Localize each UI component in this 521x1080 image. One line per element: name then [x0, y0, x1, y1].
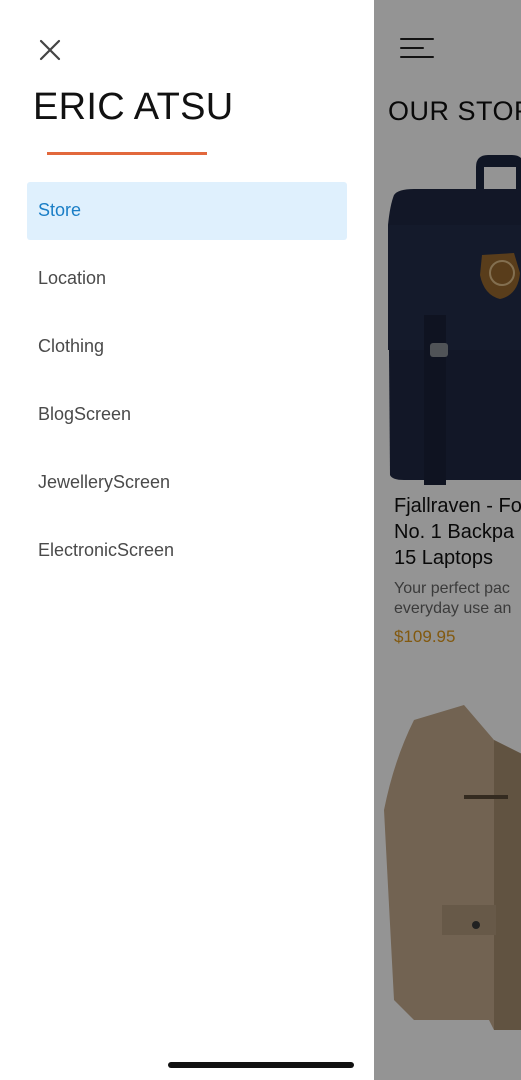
nav-item-label: JewelleryScreen — [38, 472, 171, 492]
drawer-nav: Store Location Clothing BlogScreen Jewel… — [27, 182, 347, 590]
nav-item-electronicscreen[interactable]: ElectronicScreen — [27, 522, 347, 580]
nav-item-store[interactable]: Store — [27, 182, 347, 240]
nav-item-label: Location — [38, 268, 107, 288]
nav-item-location[interactable]: Location — [27, 250, 347, 308]
navigation-drawer: ERIC ATSU Store Location Clothing BlogSc… — [0, 0, 374, 1080]
nav-item-label: Clothing — [38, 336, 105, 356]
title-underline — [47, 152, 207, 155]
close-icon[interactable] — [36, 36, 64, 64]
nav-item-label: ElectronicScreen — [38, 540, 175, 560]
nav-item-label: Store — [38, 200, 82, 220]
nav-item-jewelleryscreen[interactable]: JewelleryScreen — [27, 454, 347, 512]
nav-item-blogscreen[interactable]: BlogScreen — [27, 386, 347, 444]
drawer-title: ERIC ATSU — [33, 86, 234, 128]
nav-item-label: BlogScreen — [38, 404, 132, 424]
nav-item-clothing[interactable]: Clothing — [27, 318, 347, 376]
home-indicator[interactable] — [168, 1062, 354, 1068]
